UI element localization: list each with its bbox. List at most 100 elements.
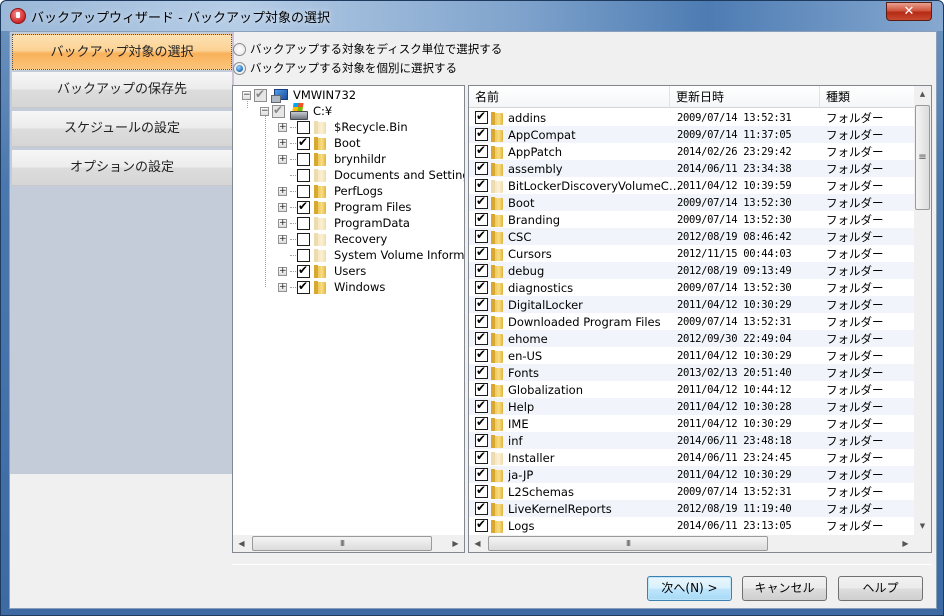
scroll-down-icon[interactable]: ▼ (914, 518, 931, 535)
tree-node-folder[interactable]: + Program Files (278, 199, 411, 215)
tree-node-folder[interactable]: Documents and Settings (278, 167, 464, 183)
tree-checkbox[interactable] (297, 120, 310, 134)
sidebar-item-backup-destination[interactable]: バックアップの保存先 (12, 72, 232, 108)
column-header-name[interactable]: 名前 (469, 86, 670, 108)
list-row[interactable]: Branding 2009/07/14 13:52:30 フォルダー (469, 211, 915, 228)
scroll-up-icon[interactable]: ▲ (914, 86, 931, 103)
row-checkbox[interactable] (475, 245, 488, 260)
tree-checkbox[interactable] (297, 232, 310, 246)
tree-horizontal-scrollbar[interactable]: ◀ III ▶ (233, 535, 464, 552)
scroll-thumb[interactable]: III (488, 536, 768, 551)
tree-node-folder[interactable]: + brynhildr (278, 151, 386, 167)
row-checkbox[interactable] (475, 177, 488, 192)
expand-icon[interactable]: + (278, 202, 287, 212)
tree-checkbox[interactable] (297, 184, 310, 198)
row-checkbox[interactable] (475, 109, 488, 124)
radio-disk-unit[interactable]: バックアップする対象をディスク単位で選択する (233, 41, 502, 57)
tree-checkbox[interactable] (297, 135, 310, 150)
tree-node-folder[interactable]: + Users (278, 263, 366, 279)
scroll-left-icon[interactable]: ◀ (233, 535, 250, 552)
title-bar[interactable]: バックアップウィザード - バックアップ対象の選択 ✕ (1, 1, 943, 31)
row-checkbox[interactable] (475, 330, 488, 345)
list-horizontal-scrollbar[interactable]: ◀ III ▶ (469, 535, 914, 552)
tree-node-computer[interactable]: − VMWIN732 (242, 87, 356, 103)
list-row[interactable]: LiveKernelReports 2012/08/19 11:19:40 フォルダ… (469, 500, 915, 517)
list-row[interactable]: debug 2012/08/19 09:13:49 フォルダー (469, 262, 915, 279)
list-row[interactable]: IME 2011/04/12 10:30:29 フォルダー (469, 415, 915, 432)
scroll-left-icon[interactable]: ◀ (469, 535, 486, 552)
sidebar-item-schedule[interactable]: スケジュールの設定 (12, 111, 232, 147)
row-checkbox[interactable] (475, 296, 488, 311)
list-row[interactable]: DigitalLocker 2011/04/12 10:30:29 フォルダー (469, 296, 915, 313)
expand-icon[interactable]: + (278, 138, 287, 148)
tree-checkbox[interactable] (254, 87, 267, 102)
row-checkbox[interactable] (475, 228, 488, 243)
radio-button-selected[interactable] (233, 61, 246, 75)
row-checkbox[interactable] (475, 279, 488, 294)
tree-checkbox[interactable] (297, 199, 310, 214)
tree-node-folder[interactable]: + $Recycle.Bin (278, 119, 408, 135)
sidebar-item-backup-target[interactable]: バックアップ対象の選択 (12, 34, 232, 70)
tree-node-folder[interactable]: + Boot (278, 135, 360, 151)
sidebar-item-options[interactable]: オプションの設定 (12, 150, 232, 186)
help-button[interactable]: ヘルプ (838, 576, 923, 601)
row-checkbox[interactable] (475, 466, 488, 481)
row-checkbox[interactable] (475, 449, 488, 464)
list-vertical-scrollbar[interactable]: ▲ ≡ ▼ (914, 86, 931, 535)
row-checkbox[interactable] (475, 126, 488, 141)
expand-icon[interactable]: + (278, 218, 287, 228)
list-row[interactable]: Logs 2014/06/11 23:13:05 フォルダー (469, 517, 915, 534)
row-checkbox[interactable] (475, 364, 488, 379)
list-row[interactable]: Fonts 2013/02/13 20:51:40 フォルダー (469, 364, 915, 381)
tree-checkbox[interactable] (297, 168, 310, 182)
expand-icon[interactable]: + (278, 266, 287, 276)
radio-button[interactable] (233, 42, 246, 56)
row-checkbox[interactable] (475, 483, 488, 498)
list-row[interactable]: L2Schemas 2009/07/14 13:52:31 フォルダー (469, 483, 915, 500)
list-row[interactable]: diagnostics 2009/07/14 13:52:30 フォルダー (469, 279, 915, 296)
tree-node-folder[interactable]: + Recovery (278, 231, 387, 247)
row-checkbox[interactable] (475, 194, 488, 209)
scroll-thumb[interactable]: ≡ (915, 105, 930, 210)
expand-icon[interactable]: + (278, 122, 287, 132)
list-row[interactable]: AppCompat 2009/07/14 11:37:05 フォルダー (469, 126, 915, 143)
cancel-button[interactable]: キャンセル (742, 576, 827, 601)
row-checkbox[interactable] (475, 211, 488, 226)
list-row[interactable]: Globalization 2011/04/12 10:44:12 フォルダー (469, 381, 915, 398)
list-row[interactable]: en-US 2011/04/12 10:30:29 フォルダー (469, 347, 915, 364)
radio-individual[interactable]: バックアップする対象を個別に選択する (233, 60, 457, 76)
list-row[interactable]: CSC 2012/08/19 08:46:42 フォルダー (469, 228, 915, 245)
row-checkbox[interactable] (475, 381, 488, 396)
list-row[interactable]: Boot 2009/07/14 13:52:30 フォルダー (469, 194, 915, 211)
row-checkbox[interactable] (475, 432, 488, 447)
tree-checkbox[interactable] (297, 152, 310, 166)
column-header-modified[interactable]: 更新日時 (670, 86, 820, 108)
tree-checkbox[interactable] (297, 216, 310, 230)
list-row[interactable]: Help 2011/04/12 10:30:28 フォルダー (469, 398, 915, 415)
collapse-icon[interactable]: − (242, 90, 251, 100)
tree-node-folder[interactable]: System Volume Informatio (278, 247, 464, 263)
close-button[interactable]: ✕ (886, 2, 932, 21)
tree-node-folder[interactable]: + PerfLogs (278, 183, 383, 199)
list-row[interactable]: Downloaded Program Files 2009/07/14 13:52… (469, 313, 915, 330)
row-checkbox[interactable] (475, 415, 488, 430)
expand-icon[interactable]: + (278, 154, 287, 164)
tree-node-folder[interactable]: + ProgramData (278, 215, 410, 231)
scroll-right-icon[interactable]: ▶ (447, 535, 464, 552)
expand-icon[interactable]: + (278, 186, 287, 196)
row-checkbox[interactable] (475, 160, 488, 175)
list-row[interactable]: assembly 2014/06/11 23:34:38 フォルダー (469, 160, 915, 177)
list-row[interactable]: AppPatch 2014/02/26 23:29:42 フォルダー (469, 143, 915, 160)
tree-node-folder[interactable]: + Windows (278, 279, 385, 295)
list-row[interactable]: BitLockerDiscoveryVolumeCo...2011/04/12 … (469, 177, 915, 194)
list-row[interactable]: addins 2009/07/14 13:52:31 フォルダー (469, 109, 915, 126)
scroll-right-icon[interactable]: ▶ (897, 535, 914, 552)
tree-checkbox[interactable] (272, 103, 285, 118)
list-row[interactable]: Cursors 2012/11/15 00:44:03 フォルダー (469, 245, 915, 262)
row-checkbox[interactable] (475, 500, 488, 515)
tree-checkbox[interactable] (297, 279, 310, 294)
row-checkbox[interactable] (475, 313, 488, 328)
row-checkbox[interactable] (475, 262, 488, 277)
row-checkbox[interactable] (475, 517, 488, 532)
tree-node-drive[interactable]: − C:¥ (260, 103, 332, 120)
